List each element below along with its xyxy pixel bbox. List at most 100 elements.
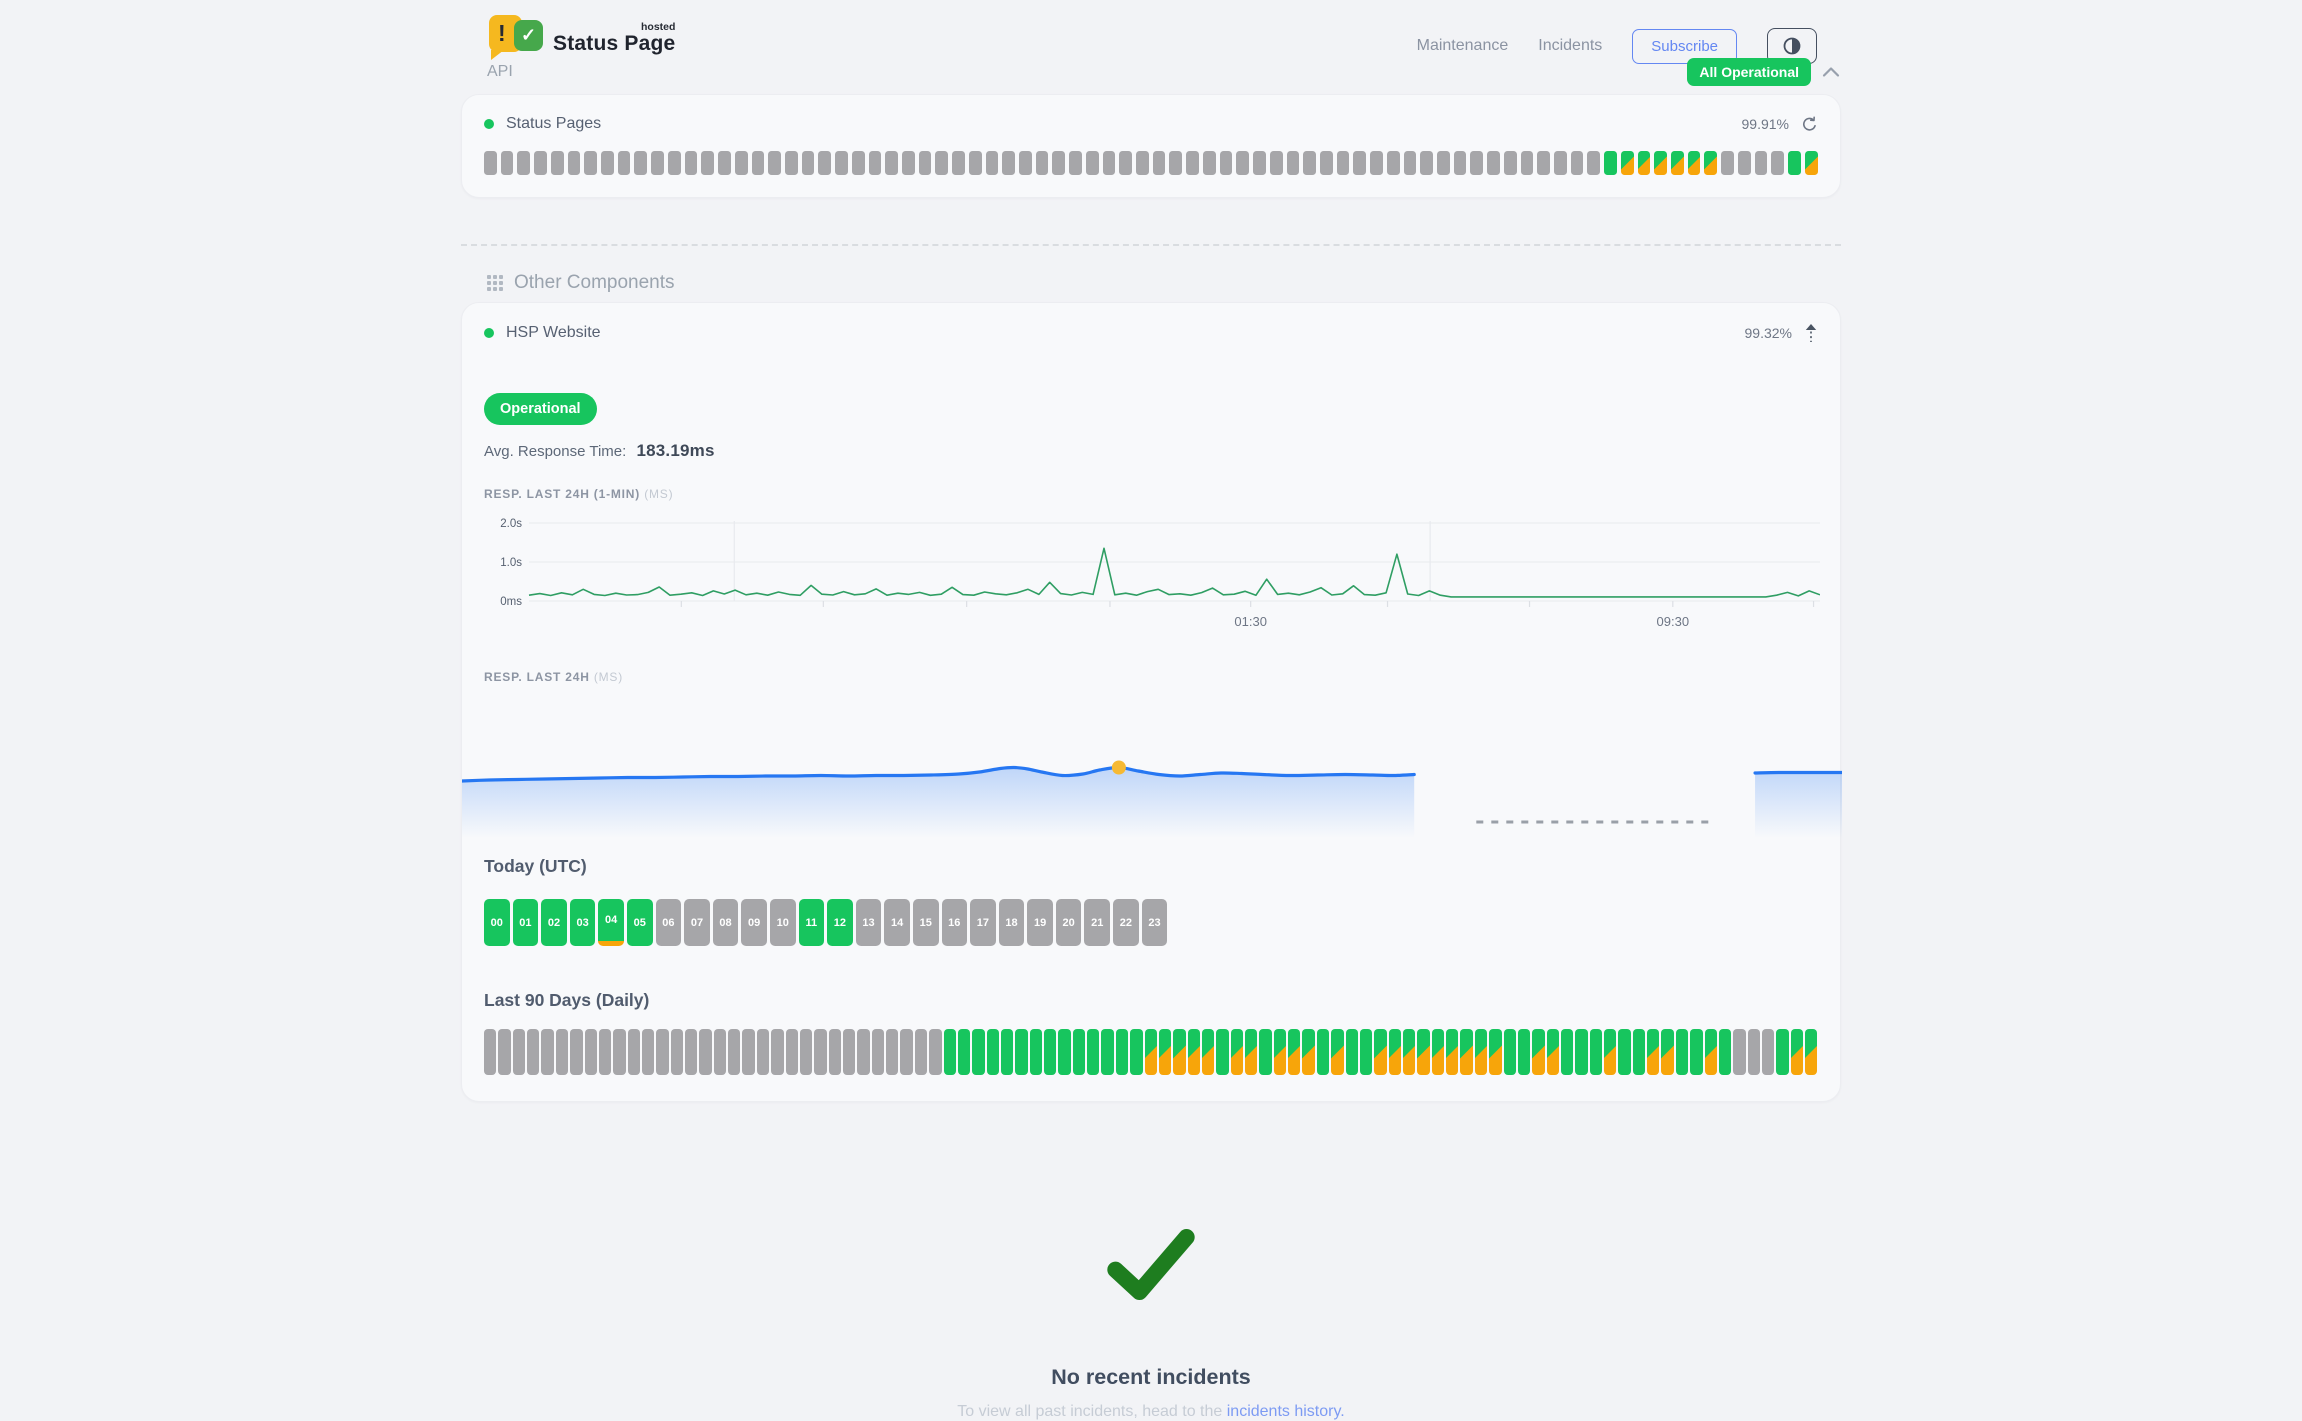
uptime-bar[interactable] bbox=[1169, 151, 1182, 175]
uptime-bar[interactable] bbox=[718, 151, 731, 175]
daily-uptime-bar[interactable] bbox=[1532, 1029, 1544, 1075]
hour-block[interactable]: 02 bbox=[541, 899, 567, 946]
daily-uptime-bar[interactable] bbox=[1331, 1029, 1343, 1075]
daily-uptime-bar[interactable] bbox=[527, 1029, 539, 1075]
daily-uptime-bar[interactable] bbox=[1173, 1029, 1185, 1075]
daily-uptime-bar[interactable] bbox=[1245, 1029, 1257, 1075]
daily-uptime-bar[interactable] bbox=[1030, 1029, 1042, 1075]
hour-block[interactable]: 10 bbox=[770, 899, 796, 946]
daily-uptime-bar[interactable] bbox=[599, 1029, 611, 1075]
uptime-bar[interactable] bbox=[952, 151, 965, 175]
daily-uptime-bar[interactable] bbox=[1432, 1029, 1444, 1075]
daily-uptime-bar[interactable] bbox=[1690, 1029, 1702, 1075]
hour-block[interactable]: 00 bbox=[484, 899, 510, 946]
daily-uptime-bar[interactable] bbox=[1302, 1029, 1314, 1075]
hour-block[interactable]: 18 bbox=[999, 899, 1025, 946]
daily-uptime-bar[interactable] bbox=[958, 1029, 970, 1075]
daily-uptime-bar[interactable] bbox=[570, 1029, 582, 1075]
incidents-history-link[interactable]: incidents history. bbox=[1227, 1403, 1345, 1420]
daily-uptime-bar[interactable] bbox=[1389, 1029, 1401, 1075]
uptime-bar[interactable] bbox=[1755, 151, 1768, 175]
daily-uptime-bar[interactable] bbox=[1504, 1029, 1516, 1075]
daily-uptime-bar[interactable] bbox=[1705, 1029, 1717, 1075]
uptime-bar[interactable] bbox=[1738, 151, 1751, 175]
uptime-bar[interactable] bbox=[618, 151, 631, 175]
daily-uptime-bar[interactable] bbox=[987, 1029, 999, 1075]
daily-uptime-bar[interactable] bbox=[786, 1029, 798, 1075]
uptime-bar[interactable] bbox=[1387, 151, 1400, 175]
daily-uptime-bar[interactable] bbox=[1575, 1029, 1587, 1075]
daily-uptime-bar[interactable] bbox=[1590, 1029, 1602, 1075]
daily-uptime-bar[interactable] bbox=[771, 1029, 783, 1075]
uptime-bar[interactable] bbox=[885, 151, 898, 175]
uptime-bar[interactable] bbox=[935, 151, 948, 175]
daily-uptime-bar[interactable] bbox=[671, 1029, 683, 1075]
uptime-bar[interactable] bbox=[1671, 151, 1684, 175]
uptime-bar[interactable] bbox=[785, 151, 798, 175]
daily-uptime-bar[interactable] bbox=[886, 1029, 898, 1075]
uptime-bar[interactable] bbox=[1337, 151, 1350, 175]
hour-block[interactable]: 07 bbox=[684, 899, 710, 946]
uptime-bar[interactable] bbox=[1220, 151, 1233, 175]
daily-uptime-bar[interactable] bbox=[1317, 1029, 1329, 1075]
daily-uptime-bar[interactable] bbox=[1417, 1029, 1429, 1075]
uptime-bar[interactable] bbox=[768, 151, 781, 175]
uptime-bar[interactable] bbox=[1186, 151, 1199, 175]
daily-uptime-bar[interactable] bbox=[498, 1029, 510, 1075]
daily-uptime-bar[interactable] bbox=[1518, 1029, 1530, 1075]
daily-uptime-bar[interactable] bbox=[613, 1029, 625, 1075]
uptime-bar[interactable] bbox=[1537, 151, 1550, 175]
hour-block[interactable]: 09 bbox=[741, 899, 767, 946]
uptime-bar[interactable] bbox=[919, 151, 932, 175]
daily-uptime-bar[interactable] bbox=[900, 1029, 912, 1075]
daily-uptime-bar[interactable] bbox=[1231, 1029, 1243, 1075]
uptime-bar[interactable] bbox=[1454, 151, 1467, 175]
response-time-chart[interactable]: 2.0s1.0s0ms01:3009:30 bbox=[484, 511, 1818, 644]
daily-uptime-bar[interactable] bbox=[1058, 1029, 1070, 1075]
uptime-bar[interactable] bbox=[1287, 151, 1300, 175]
daily-uptime-bar[interactable] bbox=[628, 1029, 640, 1075]
daily-uptime-bar[interactable] bbox=[1604, 1029, 1616, 1075]
daily-uptime-bar[interactable] bbox=[972, 1029, 984, 1075]
daily-uptime-bar[interactable] bbox=[944, 1029, 956, 1075]
uptime-bar[interactable] bbox=[1554, 151, 1567, 175]
daily-uptime-bar[interactable] bbox=[1116, 1029, 1128, 1075]
uptime-bar[interactable] bbox=[1721, 151, 1734, 175]
uptime-bar[interactable] bbox=[1052, 151, 1065, 175]
uptime-bar[interactable] bbox=[1521, 151, 1534, 175]
daily-uptime-bar[interactable] bbox=[1274, 1029, 1286, 1075]
daily-uptime-bar[interactable] bbox=[1101, 1029, 1113, 1075]
uptime-bar[interactable] bbox=[735, 151, 748, 175]
uptime-bar[interactable] bbox=[1136, 151, 1149, 175]
uptime-bar[interactable] bbox=[986, 151, 999, 175]
hour-block[interactable]: 19 bbox=[1027, 899, 1053, 946]
daily-uptime-bar[interactable] bbox=[1762, 1029, 1774, 1075]
daily-uptime-bar[interactable] bbox=[1719, 1029, 1731, 1075]
hour-block[interactable]: 08 bbox=[713, 899, 739, 946]
uptime-bar[interactable] bbox=[1002, 151, 1015, 175]
daily-uptime-bar[interactable] bbox=[1776, 1029, 1788, 1075]
daily-uptime-bar[interactable] bbox=[843, 1029, 855, 1075]
daily-uptime-bar[interactable] bbox=[728, 1029, 740, 1075]
uptime-bar[interactable] bbox=[1470, 151, 1483, 175]
uptime-bar[interactable] bbox=[1069, 151, 1082, 175]
daily-uptime-bar[interactable] bbox=[1403, 1029, 1415, 1075]
uptime-bar[interactable] bbox=[1638, 151, 1651, 175]
daily-uptime-bar[interactable] bbox=[1561, 1029, 1573, 1075]
daily-uptime-bar[interactable] bbox=[1159, 1029, 1171, 1075]
logo[interactable]: ! ✓ hosted Status Page bbox=[489, 12, 675, 60]
hour-block[interactable]: 01 bbox=[513, 899, 539, 946]
uptime-bar[interactable] bbox=[1420, 151, 1433, 175]
daily-uptime-bar[interactable] bbox=[872, 1029, 884, 1075]
uptime-bar[interactable] bbox=[484, 151, 497, 175]
daily-uptime-bar[interactable] bbox=[1374, 1029, 1386, 1075]
uptime-bar[interactable] bbox=[551, 151, 564, 175]
daily-uptime-bar[interactable] bbox=[757, 1029, 769, 1075]
uptime-bar[interactable] bbox=[1654, 151, 1667, 175]
daily-uptime-bar[interactable] bbox=[1360, 1029, 1372, 1075]
uptime-bar[interactable] bbox=[752, 151, 765, 175]
uptime-bar[interactable] bbox=[835, 151, 848, 175]
daily-uptime-bar[interactable] bbox=[1633, 1029, 1645, 1075]
uptime-bar[interactable] bbox=[869, 151, 882, 175]
uptime-bar[interactable] bbox=[668, 151, 681, 175]
